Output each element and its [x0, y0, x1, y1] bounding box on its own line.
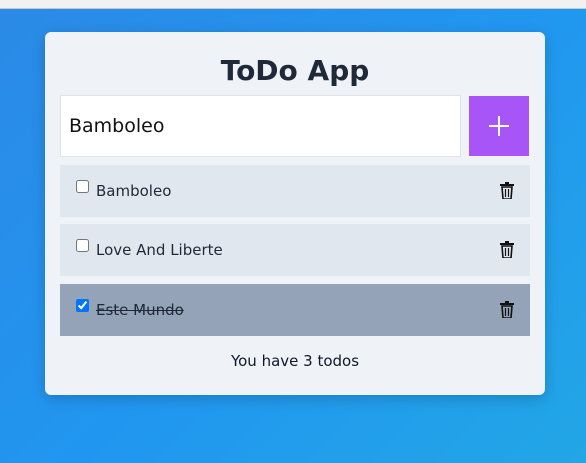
plus-icon: [489, 116, 509, 136]
todo-label: Love And Liberte: [96, 241, 223, 259]
todo-checkbox[interactable]: [76, 239, 89, 252]
trash-icon[interactable]: [500, 241, 514, 258]
new-todo-input[interactable]: [60, 95, 461, 157]
todo-label: Bamboleo: [96, 182, 172, 200]
trash-icon[interactable]: [500, 301, 514, 318]
todo-count: You have 3 todos: [230, 352, 360, 370]
todo-item: Love And Liberte: [60, 224, 530, 276]
app-title: ToDo App: [220, 54, 370, 87]
todo-item: Bamboleo: [60, 165, 530, 217]
add-todo-button[interactable]: [469, 96, 529, 156]
todo-label: Este Mundo: [96, 301, 184, 319]
todo-card: ToDo App Bamboleo Love And Liberte Este …: [45, 32, 545, 395]
trash-icon[interactable]: [500, 182, 514, 199]
todo-checkbox[interactable]: [76, 180, 89, 193]
browser-top-bar: [0, 0, 586, 9]
todo-checkbox[interactable]: [76, 299, 89, 312]
todo-item-completed: Este Mundo: [60, 284, 530, 336]
